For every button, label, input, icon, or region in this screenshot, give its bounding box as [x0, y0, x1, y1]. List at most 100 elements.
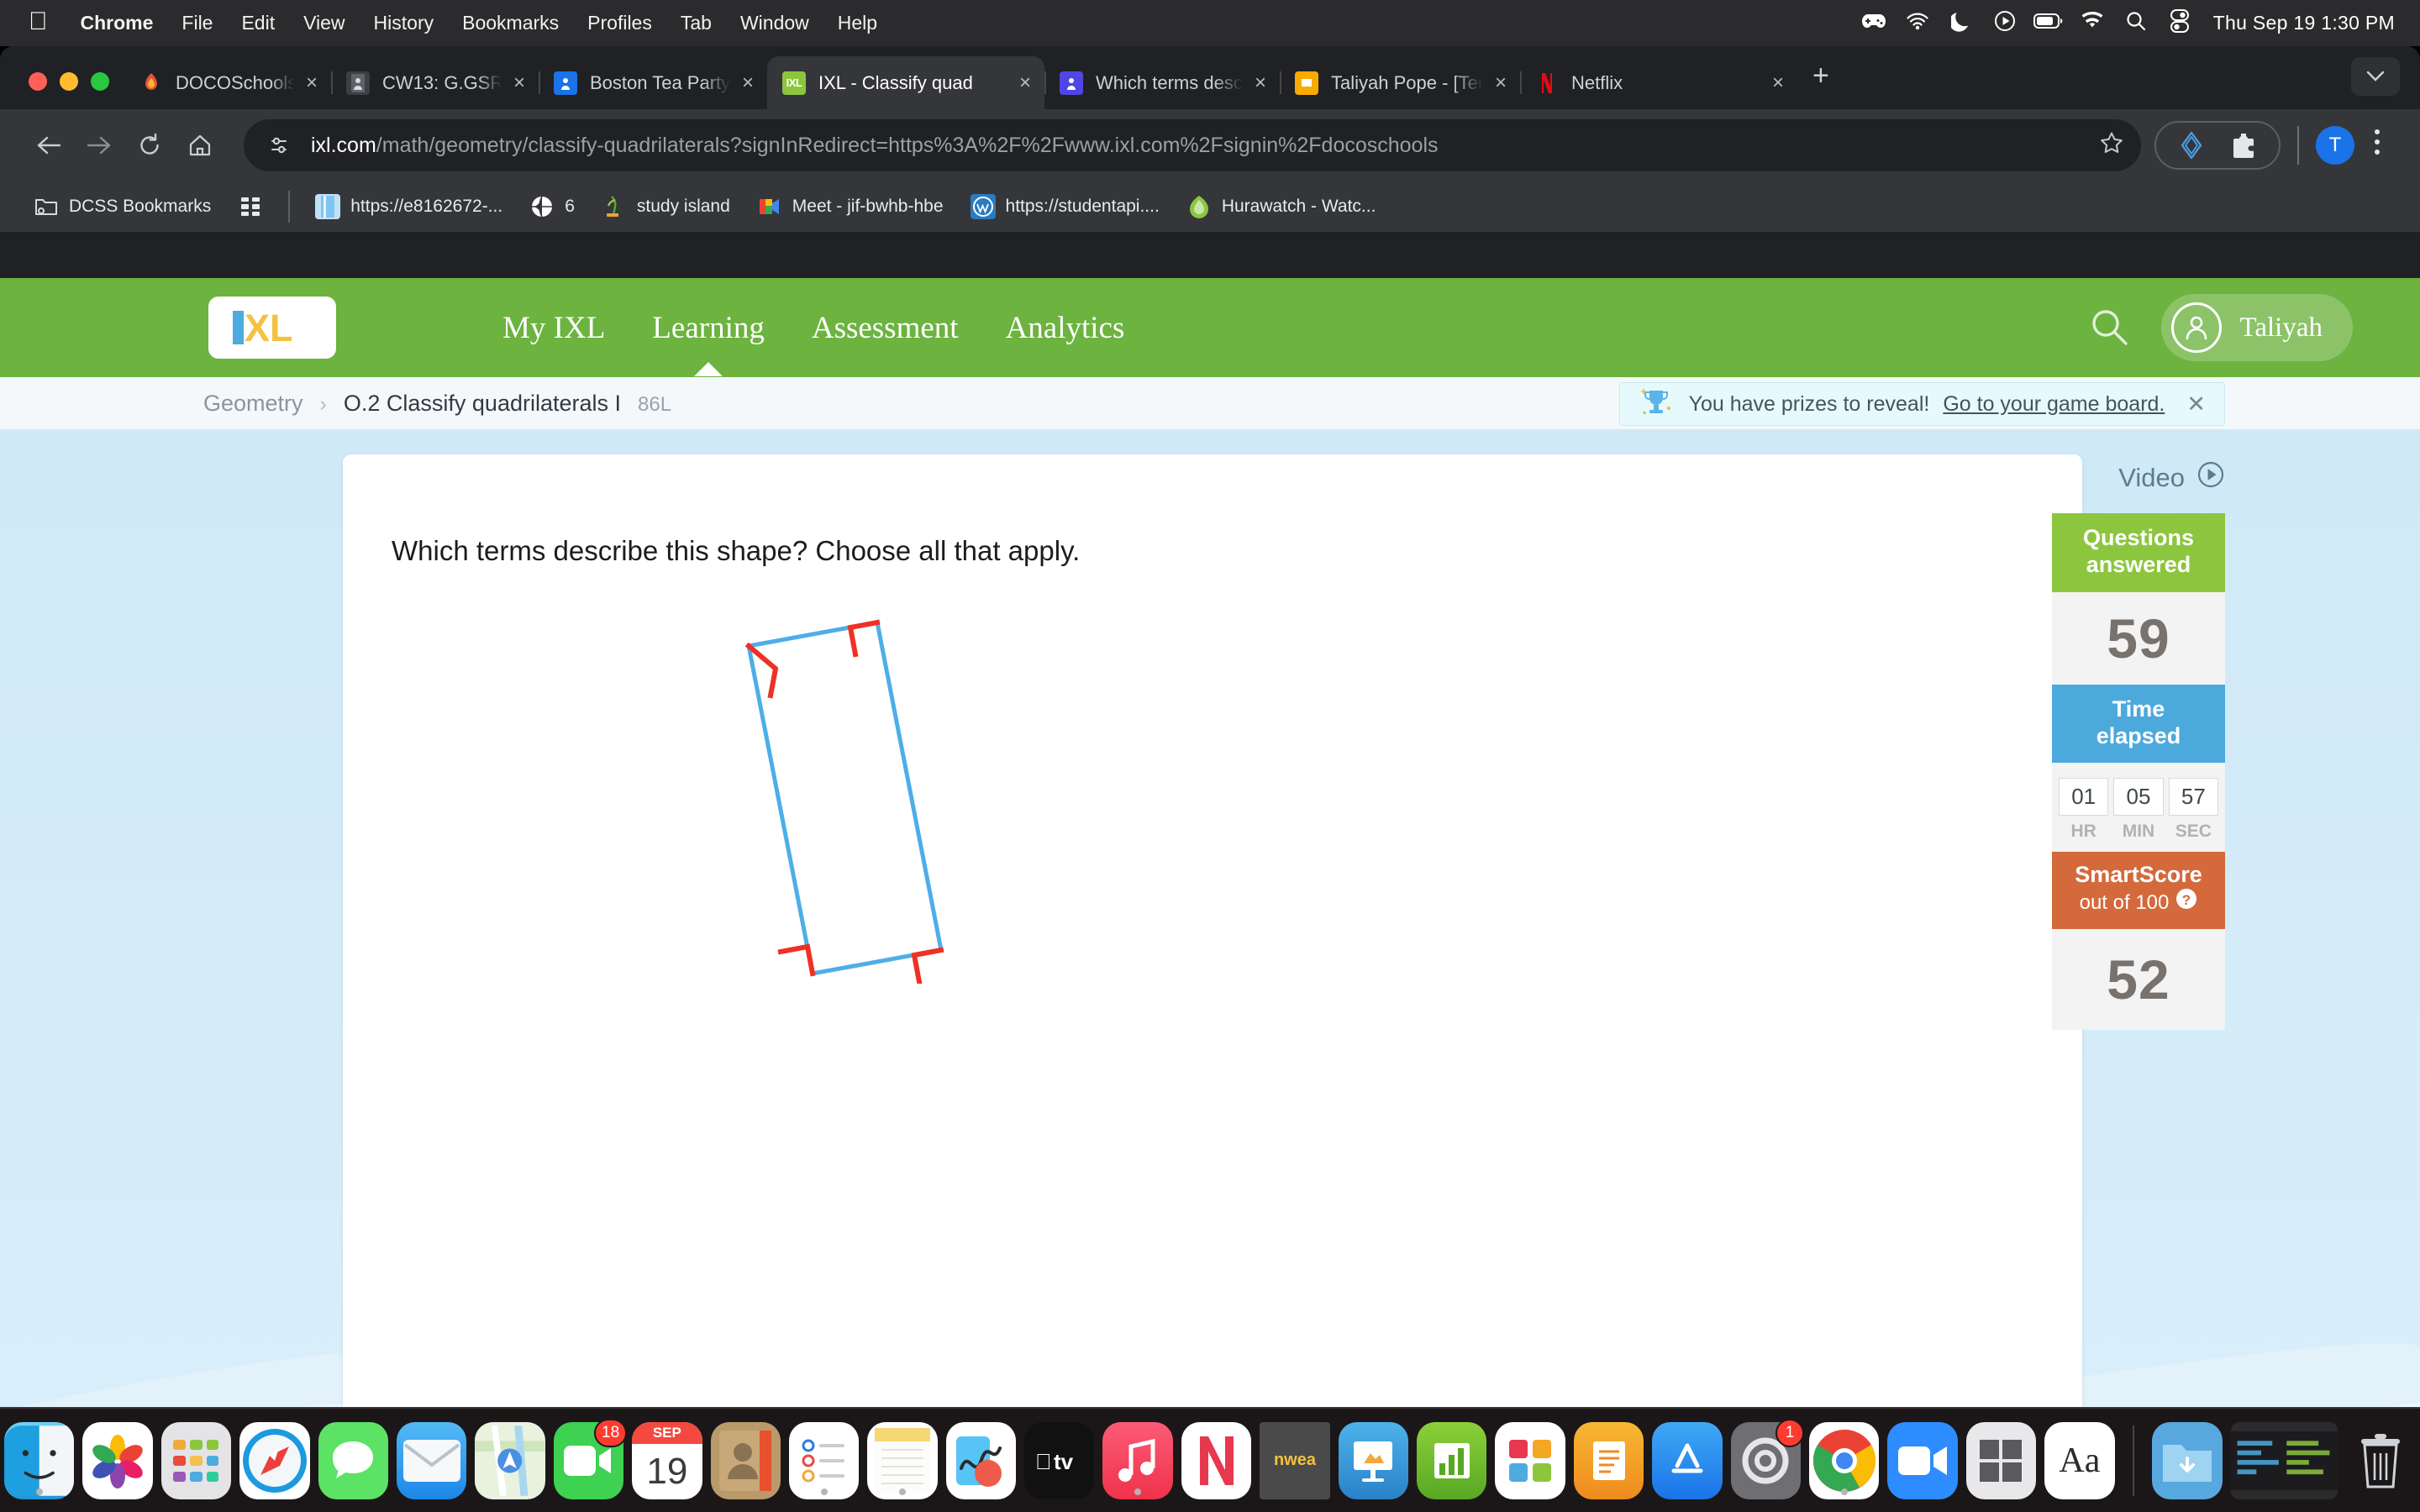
dock-system-settings[interactable]: 1: [1730, 1418, 1804, 1499]
game-controller-icon[interactable]: [1852, 12, 1896, 35]
dock-nwea[interactable]: nwea: [1260, 1421, 1330, 1499]
dock-documents-folder[interactable]: [2230, 1421, 2338, 1499]
dock-chrome[interactable]: [1809, 1421, 1880, 1499]
menubar-clock[interactable]: Thu Sep 19 1:30 PM: [2213, 12, 2395, 34]
dock-freeform[interactable]: [945, 1421, 1017, 1499]
dock-unknown-app[interactable]: [1495, 1421, 1565, 1499]
dock-facetime[interactable]: 18: [553, 1418, 628, 1499]
bookmark-globe-6[interactable]: 6: [516, 194, 588, 219]
nav-analytics[interactable]: Analytics: [982, 310, 1149, 346]
menu-file[interactable]: File: [167, 12, 227, 34]
video-link[interactable]: Video: [2118, 460, 2225, 496]
battery-icon[interactable]: [2027, 12, 2070, 34]
dock-finder[interactable]: [4, 1421, 75, 1499]
close-window-button[interactable]: [29, 72, 47, 91]
dock-mail[interactable]: [396, 1421, 467, 1499]
wifi-icon[interactable]: [2070, 11, 2114, 35]
dock-app-store[interactable]: [1652, 1421, 1723, 1499]
moon-icon[interactable]: [1939, 10, 1983, 37]
new-tab-button[interactable]: +: [1797, 60, 1839, 109]
tab-cw13[interactable]: CW13: G.GSR.4.2, ×: [331, 56, 539, 109]
tab-which-terms-describe[interactable]: Which terms descr ×: [1044, 56, 1280, 109]
tab-docoschools[interactable]: DOCOSchools ×: [124, 56, 331, 109]
address-bar[interactable]: ixl.com/math/geometry/classify-quadrilat…: [244, 119, 2141, 171]
chevron-down-icon[interactable]: [2351, 57, 2400, 96]
user-menu-button[interactable]: Taliyah: [2160, 294, 2353, 361]
dock-trash[interactable]: [2346, 1422, 2416, 1499]
question-mark-icon[interactable]: ?: [2175, 888, 2197, 916]
menu-profiles[interactable]: Profiles: [573, 12, 666, 34]
dock-appletv[interactable]: tv: [1024, 1421, 1095, 1499]
tab-netflix[interactable]: Netflix ×: [1520, 56, 1797, 109]
minimize-window-button[interactable]: [60, 72, 78, 91]
dock-numbers[interactable]: [1417, 1421, 1487, 1499]
dock-zoom[interactable]: [1887, 1421, 1958, 1499]
dock-reminders[interactable]: [788, 1421, 860, 1499]
play-circle-icon[interactable]: [1983, 10, 2027, 37]
bookmark-meet[interactable]: Meet - jif-bwhb-hbe: [744, 194, 957, 219]
tab-close-button[interactable]: ×: [513, 71, 525, 95]
star-icon[interactable]: [2099, 130, 2124, 161]
tab-close-button[interactable]: ×: [1019, 71, 1031, 95]
bookmark-hurawatch[interactable]: Hurawatch - Watc...: [1173, 194, 1390, 219]
menu-edit[interactable]: Edit: [227, 12, 289, 34]
home-icon[interactable]: [175, 120, 225, 171]
menu-history[interactable]: History: [360, 12, 449, 34]
dock-font-book[interactable]: Aa: [2044, 1421, 2115, 1499]
bookmark-apps-grid[interactable]: [224, 194, 276, 219]
dock-safari[interactable]: [239, 1421, 310, 1499]
nav-my-ixl[interactable]: My IXL: [479, 310, 629, 346]
tab-boston-tea-party[interactable]: Boston Tea Party V ×: [539, 56, 767, 109]
menu-view[interactable]: View: [289, 12, 359, 34]
tab-taliyah-pope[interactable]: Taliyah Pope - [Ten ×: [1280, 56, 1520, 109]
dock-maps[interactable]: [475, 1421, 545, 1499]
bookmark-dcss-bookmarks[interactable]: DCSS Bookmarks: [20, 194, 224, 219]
search-icon[interactable]: [2087, 305, 2133, 350]
dock-news[interactable]: [1181, 1421, 1252, 1499]
maximize-window-button[interactable]: [91, 72, 109, 91]
airplay-icon[interactable]: [1896, 9, 1939, 38]
ixl-logo[interactable]: XL: [208, 297, 336, 359]
dock-contacts[interactable]: [710, 1421, 781, 1499]
forward-arrow-icon[interactable]: [74, 120, 124, 171]
extensions-icon[interactable]: [2223, 125, 2264, 165]
close-icon[interactable]: ✕: [2186, 391, 2206, 417]
dock-pages[interactable]: [1573, 1421, 1644, 1499]
dock-music[interactable]: [1102, 1421, 1173, 1499]
url-text[interactable]: ixl.com/math/geometry/classify-quadrilat…: [311, 134, 2084, 158]
dock-calendar[interactable]: SEP 19: [632, 1421, 702, 1499]
kebab-menu-icon[interactable]: [2358, 128, 2396, 163]
dock-photos[interactable]: [82, 1421, 153, 1499]
site-settings-icon[interactable]: [266, 131, 294, 160]
nav-learning[interactable]: Learning: [629, 310, 788, 346]
tab-close-button[interactable]: ×: [1772, 71, 1784, 95]
menu-help[interactable]: Help: [823, 12, 892, 34]
menu-window[interactable]: Window: [726, 12, 823, 34]
dock-notes[interactable]: [867, 1421, 938, 1499]
diamond-extension-icon[interactable]: [2171, 125, 2212, 165]
tab-close-button[interactable]: ×: [742, 71, 754, 95]
dock-windows-app[interactable]: [1965, 1421, 2037, 1499]
dock-launchpad[interactable]: [160, 1421, 232, 1499]
bookmark-studentapi[interactable]: https://studentapi....: [957, 194, 1173, 219]
reload-icon[interactable]: [124, 120, 175, 171]
menu-chrome[interactable]: Chrome: [66, 12, 168, 34]
tab-close-button[interactable]: ×: [1255, 71, 1266, 95]
dock-keynote[interactable]: [1338, 1421, 1409, 1499]
menu-bookmarks[interactable]: Bookmarks: [448, 12, 573, 34]
bookmark-e8162672[interactable]: https://e8162672-...: [302, 194, 516, 219]
apple-icon[interactable]: : [29, 8, 48, 34]
tab-ixl-classify-quadrilaterals[interactable]: IXL IXL - Classify quad ×: [767, 56, 1044, 109]
tab-close-button[interactable]: ×: [1495, 71, 1507, 95]
control-center-icon[interactable]: [2158, 8, 2202, 38]
back-arrow-icon[interactable]: [24, 120, 74, 171]
game-board-link[interactable]: Go to your game board.: [1943, 392, 2165, 417]
search-icon[interactable]: [2114, 10, 2158, 37]
dock-messages[interactable]: [318, 1421, 388, 1499]
menu-tab[interactable]: Tab: [666, 12, 726, 34]
profile-avatar[interactable]: T: [2316, 126, 2354, 165]
breadcrumb-subject[interactable]: Geometry: [203, 391, 303, 417]
dock-downloads-folder[interactable]: [2152, 1421, 2223, 1499]
bookmark-study-island[interactable]: study island: [588, 194, 744, 219]
nav-assessment[interactable]: Assessment: [788, 310, 982, 346]
